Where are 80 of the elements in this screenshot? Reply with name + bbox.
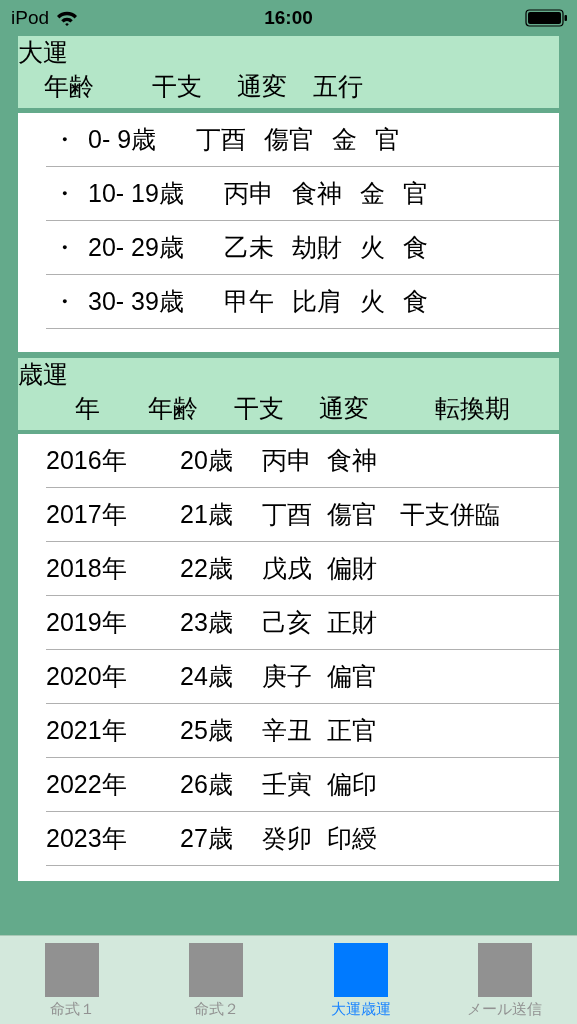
list-cell-text: 20歳 [180,445,234,476]
list-cell-text: 2019年 [46,607,128,638]
list-cell-text: 食 [402,286,428,317]
wifi-icon [56,9,79,27]
list-cell-text: 壬寅 [262,769,313,800]
column-header: 通変 [319,393,370,424]
list-cell-text: 丙申 [223,178,274,209]
list-cell-text: 乙未 [223,232,274,263]
column-header: 年齢 [44,71,95,102]
column-header: 年齢 [148,393,199,424]
list-cell-text: 偏印 [327,769,378,800]
list-cell-text: 印綬 [327,823,378,854]
square-icon [45,943,100,997]
bullet-mark: ・ [52,178,78,209]
list-cell-text: 2022年 [46,769,128,800]
list-cell-text: 戊戌 [262,553,313,584]
bullet-mark: ・ [52,232,78,263]
list-cell-text: 傷官 [264,124,315,155]
list-cell-text: 比肩 [291,286,342,317]
list-cell-text: 食神 [327,445,378,476]
list-cell-text: 10- 19歳 [88,178,184,209]
list-cell-text: 20- 29歳 [88,232,184,263]
column-header: 干支 [234,393,285,424]
list-cell-text: 丙申 [262,445,313,476]
list-cell-text: 2018年 [46,553,128,584]
list-cell-text: 2016年 [46,445,128,476]
tab-button[interactable]: 命式２ [144,936,289,1024]
section-title: 歳運 [18,359,68,390]
list-cell-text: 食神 [291,178,342,209]
list-cell-text: 22歳 [180,553,234,584]
list-cell-text: 27歳 [180,823,234,854]
column-header: 転換期 [435,393,510,424]
list-cell-text: 劫財 [291,232,342,263]
list-cell-text: 金 [332,124,358,155]
tab-button[interactable]: 命式１ [0,936,145,1024]
list-cell-text: 庚子 [262,661,313,692]
list-cell-text: 火 [359,232,385,263]
list-cell-text: 30- 39歳 [88,286,184,317]
list-cell-text: 2017年 [46,499,128,530]
carrier-name: iPod [11,7,50,29]
list-cell-text: 正財 [327,607,378,638]
list-cell-text: 偏財 [327,553,378,584]
list-cell-text: 2023年 [46,823,128,854]
list-cell-text: 丁酉 [262,499,313,530]
list-cell-text: 0- 9歳 [88,124,157,155]
list-cell-text: 傷官 [327,499,378,530]
column-header: 五行 [313,71,363,102]
tab-button[interactable]: 大運歳運 [288,936,433,1024]
list-cell-text: 21歳 [180,499,234,530]
list-cell-text: 丁酉 [196,124,247,155]
list-cell-text: 辛丑 [262,715,313,746]
list-cell-text: 金 [359,178,385,209]
list-cell-text: 官 [375,124,401,155]
list-cell-text: 23歳 [180,607,234,638]
list-cell-text: 26歳 [180,769,234,800]
list-cell-text: 25歳 [180,715,234,746]
list-cell-text: 正官 [327,715,378,746]
square-icon [189,943,244,997]
list-cell-text: 食 [402,232,428,263]
list-cell-text: 偏官 [327,661,378,692]
list-cell-text: 火 [359,286,385,317]
list-cell-text: 癸卯 [262,823,313,854]
square-icon [333,943,388,997]
list-cell-text: 2021年 [46,715,128,746]
battery-icon [525,8,569,28]
tab-button[interactable]: メール送信 [432,936,577,1024]
list-cell-text: 官 [402,178,428,209]
list-cell-text: 2020年 [46,661,128,692]
clock-time: 16:00 [264,7,313,29]
section-title: 大運 [18,37,68,68]
square-icon [477,943,532,997]
bullet-mark: ・ [52,124,78,155]
list-cell-text: 干支併臨 [400,499,500,530]
list-cell-text: 己亥 [262,607,313,638]
bullet-mark: ・ [52,286,78,317]
column-header: 干支 [152,71,203,102]
column-header: 通変 [237,71,288,102]
column-header: 年 [75,393,101,424]
list-cell-text: 甲午 [223,286,274,317]
list-cell-text: 24歳 [180,661,234,692]
